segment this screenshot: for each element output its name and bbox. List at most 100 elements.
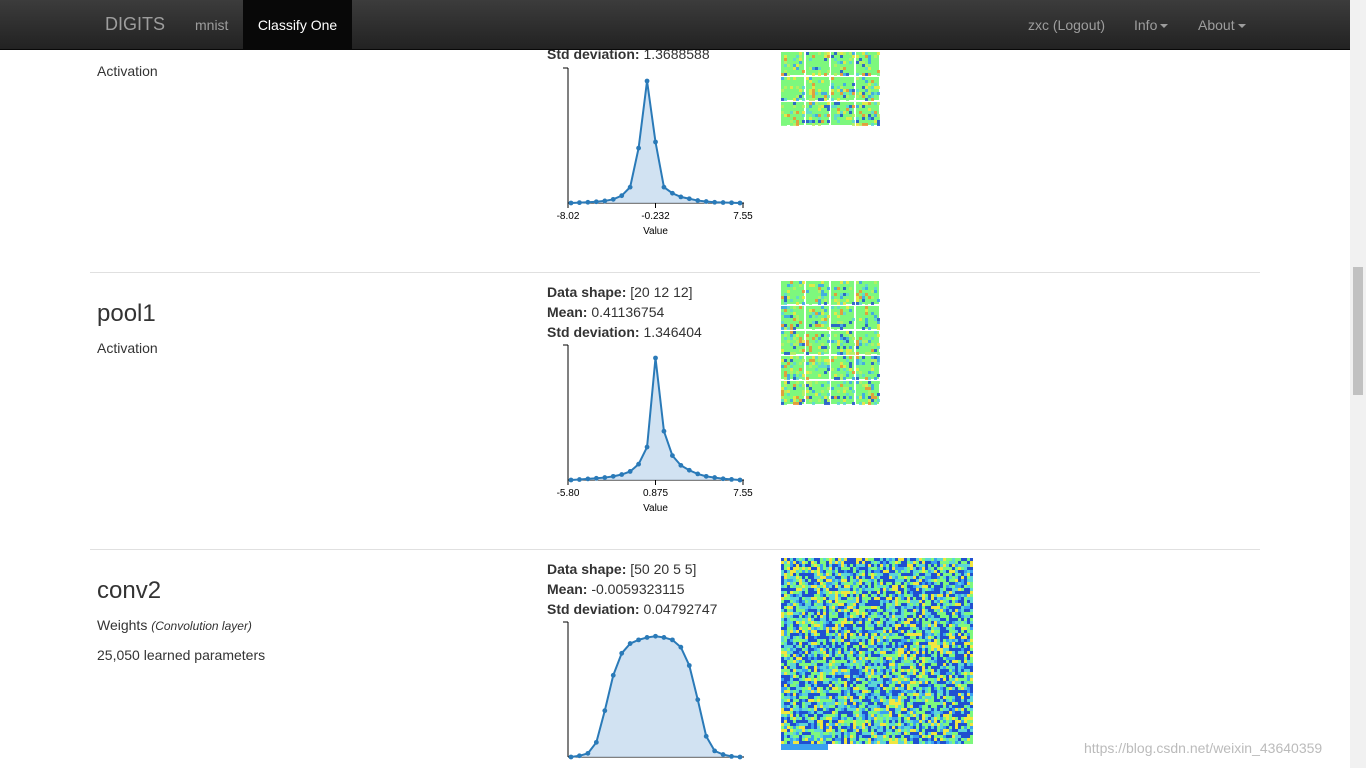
feature-map-tile	[831, 381, 855, 405]
histogram-point	[670, 190, 675, 196]
feature-map-tile	[781, 356, 805, 380]
histogram-point	[678, 462, 684, 468]
nav-user-logout[interactable]: zxc (Logout)	[1028, 17, 1105, 33]
histogram-point	[585, 750, 591, 756]
histogram-point	[619, 650, 625, 656]
data-shape-value: [20 12 12]	[630, 284, 693, 300]
weights-mosaic	[781, 558, 973, 750]
weights-histogram	[563, 621, 744, 760]
histogram-point	[703, 473, 709, 479]
std-value: 0.04792747	[643, 601, 718, 617]
histogram-point	[737, 477, 743, 483]
x-tick-label: -8.02	[557, 211, 580, 222]
nav-about-menu[interactable]: About	[1198, 17, 1246, 33]
layer-kind-label: Weights	[97, 617, 148, 633]
page-scrollbar[interactable]	[1350, 0, 1366, 768]
histogram-point	[729, 476, 734, 482]
nav-item-classify-one[interactable]: Classify One	[243, 0, 352, 50]
feature-map-tile	[831, 331, 855, 355]
layer-mean: Mean: 0.41136754	[547, 304, 664, 320]
activation-visualization	[781, 52, 880, 126]
histogram-point	[686, 663, 692, 668]
feature-map-tile	[831, 306, 855, 330]
nav-item-mnist[interactable]: mnist	[195, 17, 228, 33]
histogram-point	[729, 753, 734, 759]
histogram-point	[670, 453, 675, 458]
histogram-point	[610, 473, 616, 479]
histogram-point	[568, 754, 574, 760]
histogram-point	[593, 199, 599, 205]
histogram-point	[602, 475, 608, 480]
histogram-point	[593, 475, 599, 481]
feature-map-tile	[806, 356, 830, 380]
histogram-point	[644, 78, 650, 84]
mean-value: 0.41136754	[591, 304, 665, 320]
feature-map-tile	[806, 52, 830, 76]
layer-divider	[90, 549, 1260, 550]
histogram-point	[729, 200, 734, 206]
histogram-point	[577, 753, 582, 759]
chevron-down-icon	[1237, 24, 1246, 29]
histogram-point	[619, 193, 625, 199]
histogram-point	[686, 196, 692, 202]
layer-kind-note: (Convolution layer)	[151, 619, 252, 633]
feature-map-tile	[806, 381, 830, 405]
weights-visualization	[781, 558, 973, 750]
histogram-point	[627, 184, 633, 190]
histogram-point	[577, 200, 582, 206]
x-tick-label: -5.80	[557, 488, 580, 499]
feature-map-tile	[806, 331, 830, 355]
scrollbar-thumb[interactable]	[1353, 267, 1363, 395]
layer-kind: Activation	[97, 63, 158, 79]
histogram-point	[695, 198, 701, 203]
histogram-point	[678, 194, 684, 200]
histogram-point	[602, 198, 608, 204]
histogram-point	[678, 644, 684, 650]
std-label: Std deviation:	[547, 324, 640, 340]
std-value: 1.346404	[643, 324, 702, 340]
feature-map-tile	[806, 306, 830, 330]
histogram-point	[703, 733, 709, 739]
histogram-point	[661, 428, 667, 434]
layer-kind: Weights (Convolution layer)	[97, 617, 252, 633]
histogram-point	[712, 475, 718, 480]
feature-map-tile	[856, 306, 880, 330]
histogram-point	[636, 637, 641, 643]
x-axis-label: Value	[643, 226, 668, 237]
histogram-point	[712, 199, 718, 205]
layer-std: Std deviation: 1.346404	[547, 324, 702, 340]
histogram-point	[627, 469, 633, 474]
activation-histogram: -8.02 -0.232 7.55 Value	[557, 67, 753, 237]
feature-map-tile	[806, 281, 830, 305]
feature-map-tile	[831, 102, 855, 126]
layer-param-count: 25,050 learned parameters	[97, 647, 266, 663]
feature-map-tile	[856, 356, 880, 380]
info-label: Info	[1134, 17, 1158, 33]
histogram-point	[644, 635, 650, 640]
feature-map-tile	[831, 52, 855, 76]
brand-logo[interactable]: DIGITS	[105, 14, 165, 35]
histogram-point	[577, 477, 582, 482]
feature-map-tile	[856, 102, 880, 126]
histogram-point	[593, 739, 599, 745]
std-label: Std deviation:	[547, 601, 640, 617]
histogram-point	[627, 641, 633, 646]
histogram-point	[695, 471, 701, 477]
feature-map-tile	[781, 306, 804, 330]
about-label: About	[1198, 17, 1235, 33]
feature-map-tile	[781, 77, 805, 101]
nav-info-menu[interactable]: Info	[1134, 17, 1169, 33]
data-shape-value: [50 20 5 5]	[630, 561, 697, 577]
chevron-down-icon	[1160, 24, 1169, 29]
layer-data-shape: Data shape: [50 20 5 5]	[547, 561, 696, 577]
layer-name: pool1	[97, 300, 156, 327]
layer-divider	[90, 272, 1260, 273]
x-tick-label: 7.55	[733, 211, 753, 222]
histogram-point	[644, 444, 650, 450]
histogram-point	[636, 461, 641, 467]
histogram-point	[602, 708, 608, 714]
data-shape-label: Data shape:	[547, 561, 627, 577]
histogram-point	[703, 199, 709, 204]
histogram-point	[568, 200, 574, 206]
histogram-point	[720, 476, 726, 482]
